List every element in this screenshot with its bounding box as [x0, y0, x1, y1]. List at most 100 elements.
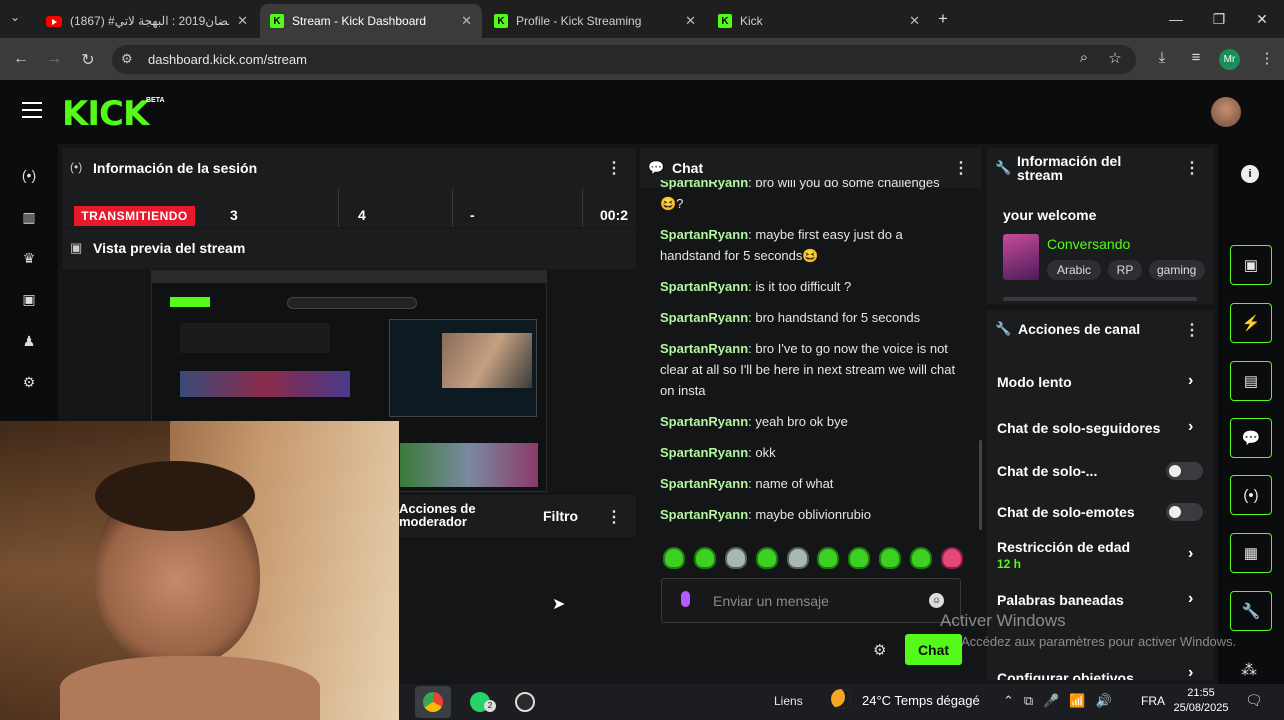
chat-scrollbar[interactable]	[979, 440, 982, 530]
channel-actions-more-icon[interactable]: ⋮	[1184, 320, 1200, 340]
more-tools-icon[interactable]: ⁂	[1241, 660, 1257, 680]
broadcast-tool-button[interactable]: (•)	[1230, 475, 1272, 515]
chevron-right-icon[interactable]: ›	[1188, 664, 1193, 680]
back-arrow-icon[interactable]: ←	[11, 50, 31, 68]
sidebar-community-icon[interactable]: ♟	[18, 330, 40, 352]
chevron-right-icon[interactable]: ›	[1188, 545, 1193, 563]
window-close-icon[interactable]: ✕	[1240, 0, 1284, 38]
chat-username[interactable]: SpartanRyann	[660, 445, 748, 460]
tag-pill[interactable]: gaming	[1149, 260, 1205, 280]
reload-icon[interactable]: ↻	[78, 50, 98, 70]
new-tab-button[interactable]: +	[938, 9, 948, 29]
tab-close-icon[interactable]: ✕	[461, 13, 472, 29]
chat-tool-button[interactable]: 💬	[1230, 418, 1272, 458]
tab-search-icon[interactable]: ⌄	[10, 10, 20, 24]
tab-kick-dashboard[interactable]: K Stream - Kick Dashboard ✕	[260, 4, 482, 38]
emote-icon[interactable]	[724, 547, 747, 569]
chat-username[interactable]: SpartanRyann	[660, 414, 748, 429]
emotes-only-label: Chat de solo-emotes	[997, 504, 1135, 520]
forward-arrow-icon[interactable]: →	[44, 50, 64, 68]
sidebar-stream-icon[interactable]: (•)	[18, 164, 40, 186]
chrome-app-icon[interactable]	[415, 686, 451, 718]
capture-tool-button[interactable]: ▣	[1230, 245, 1272, 285]
chat-more-icon[interactable]: ⋮	[953, 158, 969, 178]
zoom-icon[interactable]: ⌕	[1073, 49, 1095, 66]
session-more-icon[interactable]: ⋮	[606, 158, 622, 178]
sidebar-capture-icon[interactable]: ▣	[18, 288, 40, 310]
minimize-icon[interactable]: —	[1154, 0, 1198, 38]
chevron-right-icon[interactable]: ›	[1188, 590, 1193, 608]
wrench-tool-button[interactable]: 🔧	[1230, 591, 1272, 631]
send-chat-button[interactable]: Chat	[905, 634, 962, 665]
emote-icon[interactable]	[940, 547, 963, 569]
input-language[interactable]: FRA	[1141, 694, 1165, 708]
restore-icon[interactable]: ❐	[1197, 0, 1241, 38]
media-control-icon[interactable]: ≡	[1185, 49, 1207, 66]
browser-profile-avatar[interactable]: Mr	[1219, 49, 1240, 70]
chat-username[interactable]: SpartanRyann	[660, 341, 748, 356]
slow-mode-row[interactable]: Modo lento	[997, 374, 1072, 390]
emote-icon[interactable]	[663, 547, 685, 569]
info-scrollbar[interactable]	[1003, 297, 1197, 301]
moderator-more-icon[interactable]: ⋮	[606, 507, 622, 527]
emote-icon[interactable]	[848, 547, 871, 569]
microphone-icon[interactable]	[681, 591, 690, 607]
menu-icon[interactable]	[22, 102, 42, 118]
tag-pill[interactable]: Arabic	[1047, 260, 1101, 280]
category-thumbnail[interactable]	[1003, 234, 1039, 280]
chevron-right-icon[interactable]: ›	[1188, 418, 1193, 436]
chat-username[interactable]: SpartanRyann	[660, 507, 748, 522]
tab-youtube[interactable]: (1867) #رمضان2019 : البهجة لاتي ✕	[36, 4, 258, 38]
tab-close-icon[interactable]: ✕	[237, 13, 248, 29]
tab-close-icon[interactable]: ✕	[909, 13, 920, 29]
chat-username[interactable]: SpartanRyann	[660, 227, 748, 242]
layout-tool-button[interactable]: ▦	[1230, 533, 1272, 573]
tab-close-icon[interactable]: ✕	[685, 13, 696, 29]
emotes-only-toggle[interactable]	[1166, 503, 1203, 521]
chat-username[interactable]: SpartanRyann	[660, 310, 748, 325]
whatsapp-app-icon[interactable]: 2	[462, 686, 498, 718]
emote-icon[interactable]	[817, 547, 840, 569]
stream-category[interactable]: Conversando	[1047, 236, 1130, 252]
user-avatar[interactable]	[1211, 97, 1241, 127]
chat-settings-icon[interactable]: ⚙	[873, 641, 886, 659]
kick-logo[interactable]: KICK	[62, 94, 149, 134]
sidebar-trophy-icon[interactable]: ♛	[18, 247, 40, 269]
notes-tool-button[interactable]: ▤	[1230, 361, 1272, 401]
emote-icon[interactable]	[879, 547, 902, 569]
recorder-app-icon[interactable]	[507, 686, 543, 718]
browser-menu-icon[interactable]: ⋮	[1256, 49, 1278, 67]
followers-only-row[interactable]: Chat de solo-seguidores	[997, 420, 1160, 436]
bookmark-star-icon[interactable]: ☆	[1104, 49, 1126, 67]
url-text[interactable]: dashboard.kick.com/stream	[148, 52, 307, 67]
chat-username[interactable]: SpartanRyann	[660, 476, 748, 491]
chat-username[interactable]: SpartanRyann	[660, 180, 748, 190]
age-restriction-row[interactable]: Restricción de edad	[997, 539, 1130, 555]
notification-icon[interactable]: 🗨	[1245, 692, 1263, 709]
banned-words-row[interactable]: Palabras baneadas	[997, 592, 1124, 608]
emote-icon[interactable]	[755, 547, 778, 569]
site-settings-icon[interactable]: ⚙	[121, 51, 133, 67]
filter-button[interactable]: Filtro	[543, 508, 578, 524]
emote-icon[interactable]	[693, 547, 716, 569]
download-icon[interactable]: ⤓	[1151, 49, 1173, 66]
emote-icon[interactable]	[910, 547, 932, 569]
emote-icon[interactable]	[786, 547, 809, 569]
tab-kick[interactable]: K Kick ✕	[708, 4, 930, 38]
emoji-picker-icon[interactable]: ☺	[929, 593, 944, 608]
taskbar-links[interactable]: Liens	[774, 694, 803, 708]
stream-info-more-icon[interactable]: ⋮	[1184, 158, 1200, 178]
weather-text[interactable]: 24°C Temps dégagé	[862, 693, 980, 708]
configure-goals-row[interactable]: Configurar objetivos	[997, 670, 1134, 680]
system-tray-icons[interactable]: ⌃⧉🎤📶🔊	[1003, 693, 1122, 709]
tab-kick-profile[interactable]: K Profile - Kick Streaming ✕	[484, 4, 706, 38]
info-icon[interactable]: i	[1241, 165, 1259, 183]
chevron-right-icon[interactable]: ›	[1188, 372, 1193, 390]
taskbar-clock[interactable]: 21:55 25/08/2025	[1172, 686, 1230, 716]
sidebar-analytics-icon[interactable]: ▥	[18, 206, 40, 228]
tag-pill[interactable]: RP	[1108, 260, 1142, 280]
chat-username[interactable]: SpartanRyann	[660, 279, 748, 294]
subs-only-toggle[interactable]	[1166, 462, 1203, 480]
sidebar-settings-icon[interactable]: ⚙	[18, 371, 40, 393]
lightning-tool-button[interactable]: ⚡	[1230, 303, 1272, 343]
